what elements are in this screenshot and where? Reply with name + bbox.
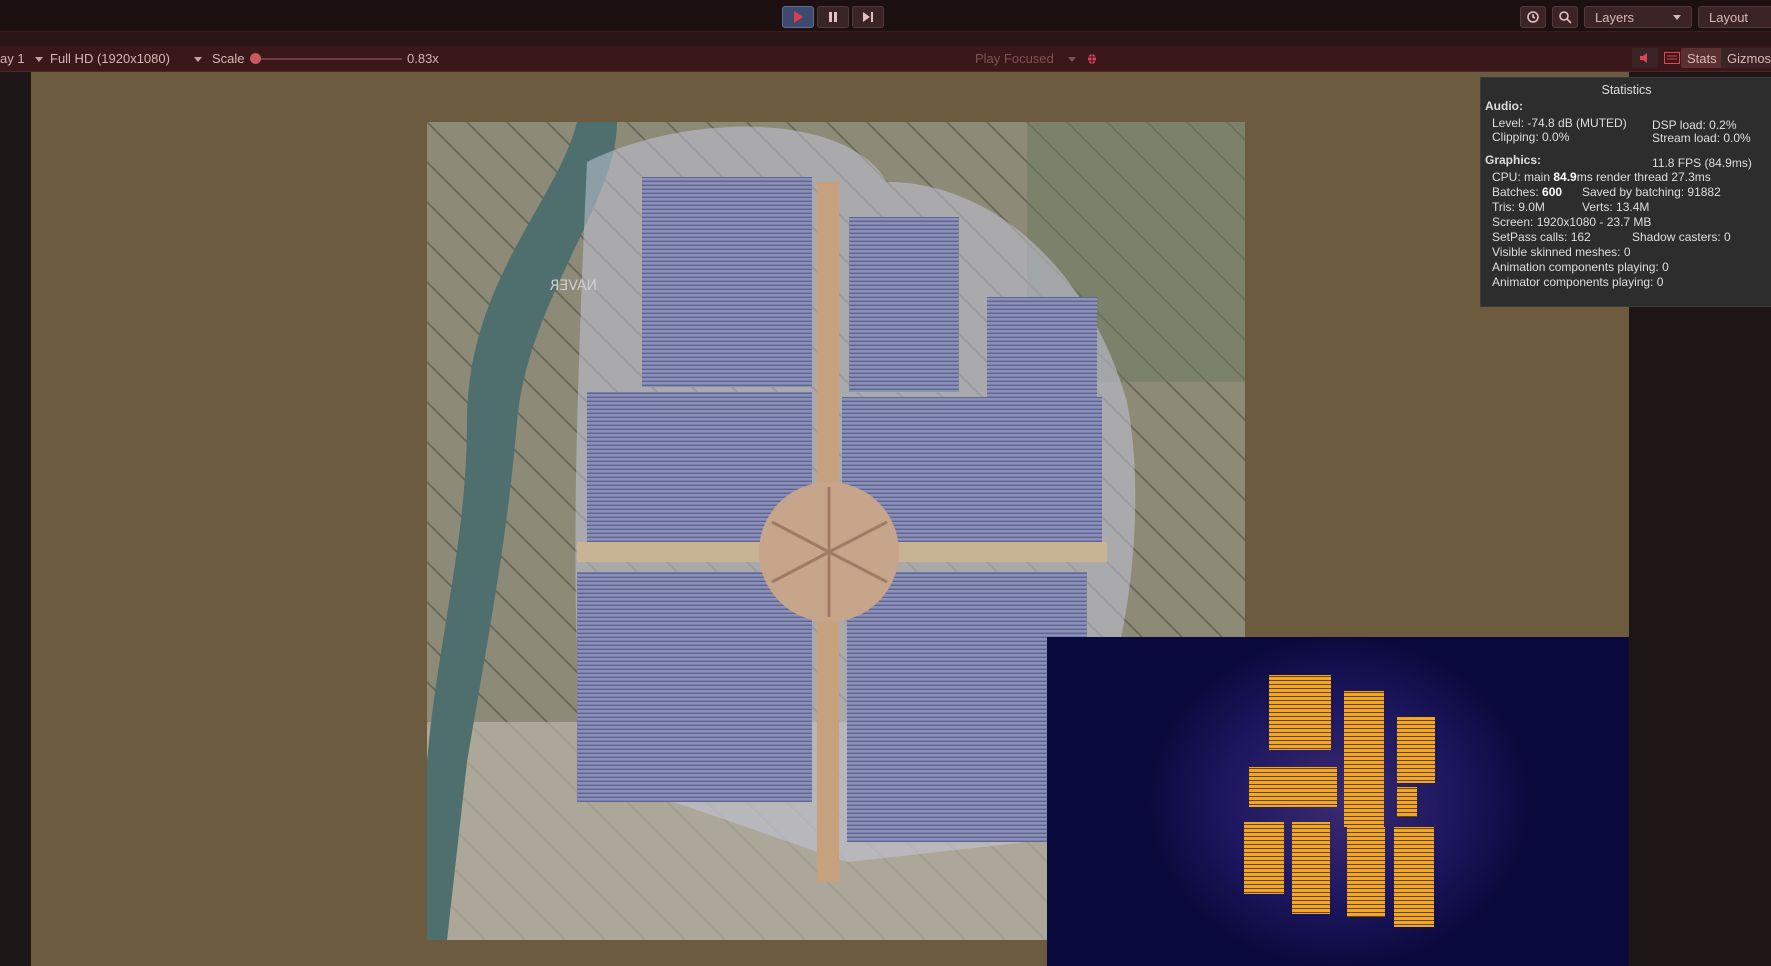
heatmap-graphic [1047,637,1629,966]
audio-mute-button[interactable] [1632,48,1658,68]
shadow-casters: Shadow casters: 0 [1632,230,1731,244]
display-dropdown[interactable]: ay 1 [0,51,25,66]
audio-header: Audio: [1485,99,1523,113]
layout-label: Layout [1709,9,1749,25]
editor-toolbar: Layers Layout [0,0,1771,32]
play-icon [794,11,803,23]
setpass-calls: SetPass calls: 162 [1492,230,1591,244]
tab-strip [0,32,1771,46]
chevron-down-icon [1673,14,1681,20]
scale-slider-handle[interactable] [250,53,261,64]
pause-icon [829,12,837,22]
cpu-line: CPU: main 84.9ms render thread 27.3ms [1492,170,1711,184]
saved-by-batching: Saved by batching: 91882 [1582,185,1721,199]
clipping: Clipping: 0.0% [1492,130,1570,144]
statistics-panel: Statistics Audio: Level: -74.8 dB (MUTED… [1480,77,1771,307]
history-button[interactable] [1520,6,1546,28]
search-button[interactable] [1552,6,1578,28]
fps: 11.8 FPS (84.9ms) [1652,156,1752,170]
search-icon [1559,11,1572,24]
play-mode-dropdown[interactable]: Play Focused [975,51,1054,66]
visible-skinned-meshes: Visible skinned meshes: 0 [1492,245,1631,259]
animation-components: Animation components playing: 0 [1492,260,1669,274]
history-icon [1527,11,1539,23]
audio-level: Level: -74.8 dB (MUTED) [1492,116,1627,130]
scene-hierarchy-edge [0,72,31,966]
step-icon [863,12,873,22]
keyboard-icon [1664,52,1680,64]
stats-toggle[interactable]: Stats [1681,48,1723,68]
heatmap-overlay [1047,637,1629,966]
verts: Verts: 13.4M [1582,200,1650,214]
pause-button[interactable] [817,6,849,28]
playmode-controls [782,6,884,28]
batches-line: Batches: 600 [1492,185,1563,199]
chevron-down-icon [35,57,43,62]
play-button[interactable] [782,6,814,28]
screen-info: Screen: 1920x1080 - 23.7 MB [1492,215,1652,229]
chevron-down-icon [1068,57,1076,62]
graphics-header: Graphics: [1485,153,1542,167]
gizmos-toggle[interactable]: Gizmos [1721,48,1771,68]
map-watermark: NAVER [549,278,597,294]
bug-icon[interactable] [1085,51,1099,65]
stream-load: Stream load: 0.0% [1652,131,1751,145]
dsp-load: DSP load: 0.2% [1652,118,1737,132]
scale-value: 0.83x [407,51,439,66]
scale-label: Scale [212,51,245,66]
speaker-icon [1640,53,1647,63]
tris: Tris: 9.0M [1492,200,1545,214]
layers-label: Layers [1595,9,1635,25]
layout-dropdown[interactable]: Layout [1698,6,1771,28]
statistics-title: Statistics [1601,83,1652,97]
toolbar-right: Layers Layout [1520,6,1771,28]
scale-slider-track[interactable] [256,58,402,60]
step-button[interactable] [852,6,884,28]
layers-dropdown[interactable]: Layers [1584,6,1692,28]
resolution-dropdown[interactable]: Full HD (1920x1080) [50,51,170,66]
animator-components: Animator components playing: 0 [1492,275,1664,289]
game-view-bar: ay 1 Full HD (1920x1080) Scale 0.83x Pla… [0,46,1771,72]
chevron-down-icon [194,57,202,62]
